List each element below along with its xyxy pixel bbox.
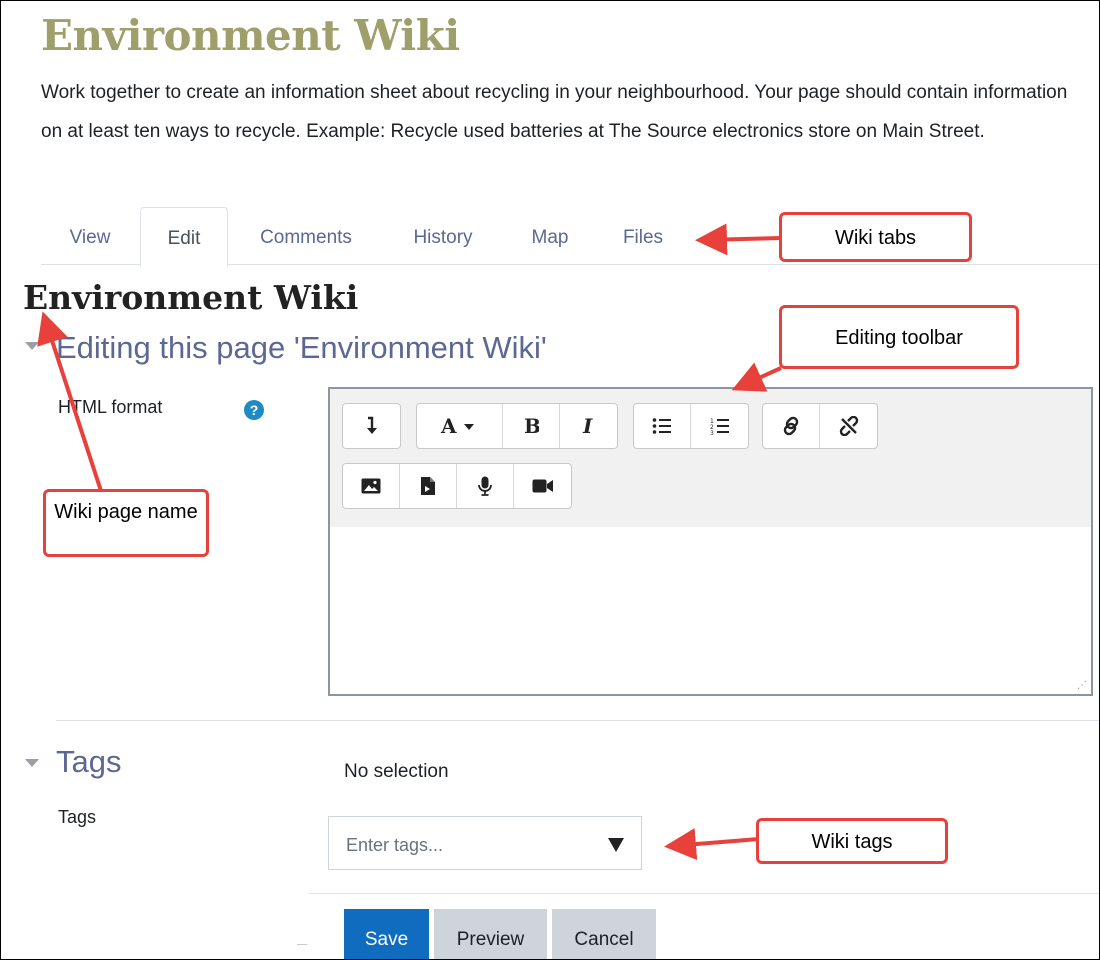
tags-field-label: Tags (58, 807, 97, 827)
tab-history[interactable]: History (391, 207, 495, 264)
toolbar-group-style: A B I (416, 403, 618, 449)
ordered-list-icon[interactable]: 123 (691, 404, 748, 448)
editing-toolbar: A B I 123 (330, 389, 1091, 528)
wiki-page-name: Environment Wiki (23, 278, 359, 317)
resize-grip-icon[interactable]: ⋰ (1077, 681, 1087, 691)
collapse-caret-icon[interactable] (25, 342, 39, 350)
unlink-icon[interactable] (820, 404, 877, 448)
save-button[interactable]: Save (344, 909, 429, 959)
callout-editing-toolbar: Editing toolbar (779, 305, 1019, 369)
tab-files[interactable]: Files (603, 207, 683, 264)
callout-wiki-tags: Wiki tags (756, 818, 948, 864)
microphone-icon[interactable] (457, 464, 514, 508)
tab-view[interactable]: View (41, 207, 139, 264)
video-camera-icon[interactable] (514, 464, 571, 508)
link-icon[interactable] (763, 404, 820, 448)
tags-input[interactable]: Enter tags... (328, 816, 642, 870)
image-icon[interactable] (343, 464, 400, 508)
tab-comments[interactable]: Comments (233, 207, 379, 264)
arrow-to-tabs (695, 223, 782, 256)
arrow-to-tags (664, 828, 760, 861)
callout-wiki-tabs: Wiki tabs (779, 212, 972, 262)
tags-placeholder: Enter tags... (346, 835, 444, 855)
toolbar-group-lists: 123 (633, 403, 749, 449)
editor-content-area[interactable]: ⋰ (330, 527, 1091, 694)
italic-icon[interactable]: I (560, 404, 617, 448)
tags-collapse-caret-icon[interactable] (25, 759, 39, 767)
wiki-description: Work together to create an information s… (41, 82, 1068, 142)
html-format-label: HTML format (58, 397, 163, 417)
toolbar-group-links (762, 403, 878, 449)
tab-map[interactable]: Map (509, 207, 591, 264)
section-divider (56, 720, 1099, 721)
editing-heading[interactable]: Editing this page 'Environment Wiki' (56, 330, 547, 366)
screenshot-frame: Environment Wiki Work together to create… (0, 0, 1100, 960)
buttons-divider (309, 893, 1099, 894)
svg-text:3: 3 (710, 430, 714, 435)
cancel-button[interactable]: Cancel (552, 909, 656, 959)
tab-edit[interactable]: Edit (140, 207, 228, 267)
arrow-to-toolbar (731, 362, 782, 392)
dropdown-arrow-icon[interactable] (608, 838, 624, 852)
toolbar-group-media (342, 463, 572, 509)
font-style-icon[interactable]: A (417, 404, 503, 448)
bold-icon[interactable]: B (503, 404, 560, 448)
svg-text:I: I (582, 416, 593, 436)
question-circle-icon[interactable]: ? (244, 400, 264, 420)
preview-button[interactable]: Preview (434, 909, 547, 959)
svg-text:B: B (524, 416, 539, 436)
callout-wiki-page-name: Wiki page name (43, 489, 209, 557)
svg-text:A: A (440, 416, 457, 436)
toolbar-group-expand (342, 403, 401, 449)
tags-heading[interactable]: Tags (56, 744, 121, 780)
html-editor: A B I 123 (328, 387, 1093, 696)
show-more-icon[interactable] (343, 404, 400, 448)
small-divider (297, 944, 307, 945)
unordered-list-icon[interactable] (634, 404, 691, 448)
wiki-title: Environment Wiki (41, 11, 460, 60)
tags-selection-text: No selection (344, 761, 449, 782)
media-file-icon[interactable] (400, 464, 457, 508)
